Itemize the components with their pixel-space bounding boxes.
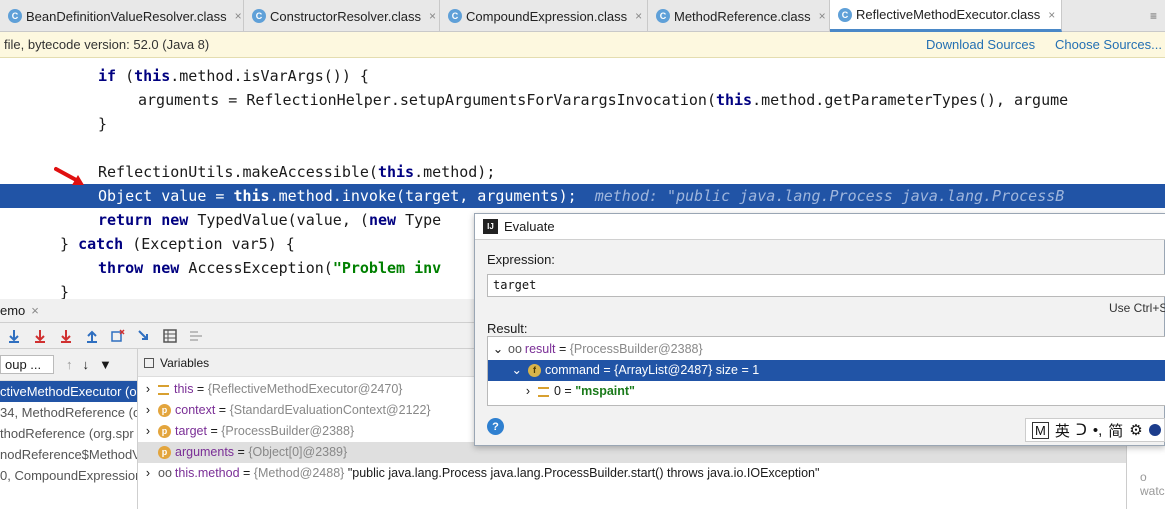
expand-arrow-icon[interactable]: › [138, 463, 158, 484]
tab-constructor-resolver[interactable]: C ConstructorResolver.class × [244, 0, 440, 32]
expand-arrow-icon[interactable]: › [488, 381, 538, 402]
shortcut-hint: Use Ctrl+Sh [1109, 301, 1165, 315]
stack-frame-item[interactable]: 34, MethodReference (o [0, 402, 137, 423]
tab-label: CompoundExpression.class [466, 8, 628, 24]
class-file-icon: C [8, 9, 22, 23]
tab-compound-expression[interactable]: C CompoundExpression.class × [440, 0, 648, 32]
watch-glasses-icon: oo [508, 342, 522, 356]
result-item-row[interactable]: › 0 = "mspaint" [488, 381, 1165, 402]
chevron-down-icon[interactable]: ⌄ [488, 360, 528, 381]
thread-dropdown[interactable]: oup ... [0, 355, 54, 374]
help-icon[interactable]: ? [487, 418, 504, 435]
expand-arrow-icon[interactable]: › [138, 379, 158, 400]
close-icon[interactable]: × [31, 303, 39, 318]
watches-hint: o watc [1140, 470, 1165, 498]
dialog-title: Evaluate [504, 219, 555, 234]
watch-glasses-icon: oo [158, 466, 172, 480]
tab-label: ConstructorResolver.class [270, 8, 421, 24]
field-lines-icon [158, 384, 169, 395]
expand-arrow-icon[interactable]: › [138, 421, 158, 442]
editor-tab-bar: C BeanDefinitionValueResolver.class × C … [0, 0, 1165, 32]
class-file-icon: C [448, 9, 462, 23]
ime-mode-icon[interactable]: M [1032, 421, 1049, 439]
parameter-icon: p [158, 404, 171, 418]
tab-bean-definition-value-resolver[interactable]: C BeanDefinitionValueResolver.class × [0, 0, 244, 32]
bytecode-version-text: file, bytecode version: 52.0 (Java 8) [4, 37, 210, 52]
tab-label: BeanDefinitionValueResolver.class [26, 8, 227, 24]
close-icon[interactable]: × [1048, 8, 1055, 22]
filter-icon[interactable]: ▼ [99, 357, 112, 372]
field-icon: f [528, 364, 541, 378]
code-line: arguments = ReflectionHelper.setupArgume… [138, 91, 1069, 109]
step-over-icon[interactable] [6, 328, 22, 344]
ime-moon-icon[interactable]: ᑐ [1076, 421, 1087, 439]
variables-title: Variables [160, 355, 210, 370]
code-line: ReflectionUtils.makeAccessible(this.meth… [98, 163, 496, 181]
class-file-icon: C [656, 9, 670, 23]
close-icon[interactable]: × [819, 9, 826, 23]
parameter-icon: p [158, 425, 171, 439]
stack-frame-item[interactable]: nodReference$MethodV [0, 444, 137, 465]
red-arrow-icon [54, 167, 84, 185]
evaluate-dialog: IJ Evaluate Expression: target Use Ctrl+… [474, 213, 1165, 446]
up-arrow-icon[interactable]: ↑ [66, 357, 73, 372]
ime-settings-icon[interactable]: ⚙ [1129, 421, 1142, 439]
expression-input[interactable]: target [487, 274, 1165, 297]
code-line: } [98, 115, 108, 133]
ime-punctuation-icon[interactable]: •, [1093, 422, 1102, 439]
tab-list-menu-icon[interactable]: ≡ [1142, 0, 1165, 31]
result-label: Result: [487, 321, 528, 336]
close-icon[interactable]: × [635, 9, 642, 23]
tab-method-reference[interactable]: C MethodReference.class × [648, 0, 830, 32]
result-root-row[interactable]: ⌄ oo result = {ProcessBuilder@2388} [488, 339, 1165, 360]
parameter-icon: p [158, 446, 171, 460]
stack-frame-item[interactable]: thodReference (org.spr [0, 423, 137, 444]
stack-frame-item[interactable]: ctiveMethodExecutor (or [0, 381, 137, 402]
chevron-down-icon[interactable]: ⌄ [488, 339, 508, 360]
expand-arrow-icon[interactable]: › [138, 400, 158, 421]
tab-reflective-method-executor[interactable]: C ReflectiveMethodExecutor.class × [830, 0, 1062, 32]
ime-toolbar: M 英 ᑐ •, 简 ⚙ [1025, 418, 1165, 442]
intellij-logo-icon: IJ [483, 219, 498, 234]
drop-frame-icon[interactable] [110, 328, 126, 344]
variable-row-this-method[interactable]: › oo this.method = {Method@2488} "public j… [138, 463, 1126, 484]
class-file-icon: C [838, 7, 852, 22]
evaluate-expression-icon[interactable] [162, 328, 178, 344]
decompiled-notice-bar: file, bytecode version: 52.0 (Java 8) Do… [0, 32, 1165, 58]
run-to-cursor-icon[interactable] [136, 328, 152, 344]
array-item-icon [538, 386, 549, 397]
code-line: if (this.method.isVarArgs()) { [98, 67, 369, 85]
class-file-icon: C [252, 9, 266, 23]
session-name: emo [0, 303, 26, 318]
step-into-icon[interactable] [32, 328, 48, 344]
ime-logo-icon [1148, 424, 1161, 436]
frames-header: oup ... ↑ ↓ ▼ [0, 349, 137, 381]
trace-stream-icon[interactable] [188, 328, 204, 344]
download-sources-link[interactable]: Download Sources [926, 37, 1035, 52]
variables-icon [144, 357, 154, 368]
dialog-title-bar[interactable]: IJ Evaluate [475, 214, 1165, 240]
ide-window: C BeanDefinitionValueResolver.class × C … [0, 0, 1165, 509]
ime-english-toggle[interactable]: 英 [1055, 420, 1070, 441]
frames-panel: oup ... ↑ ↓ ▼ ctiveMethodExecutor (or 34… [0, 349, 138, 509]
step-out-icon[interactable] [84, 328, 100, 344]
current-execution-line: Object value = this.method.invoke(target… [0, 184, 1165, 208]
tab-label: ReflectiveMethodExecutor.class [856, 7, 1041, 22]
expression-label: Expression: [487, 252, 555, 267]
force-step-into-icon[interactable] [58, 328, 74, 344]
tab-label: MethodReference.class [674, 8, 811, 24]
choose-sources-link[interactable]: Choose Sources... [1055, 37, 1162, 52]
stack-frame-item[interactable]: 0, CompoundExpression [0, 465, 137, 486]
down-arrow-icon[interactable]: ↓ [83, 357, 90, 372]
close-icon[interactable]: × [429, 9, 436, 23]
result-tree: ⌄ oo result = {ProcessBuilder@2388} ⌄ f comm… [487, 336, 1165, 406]
inline-debug-hint: method: "public java.lang.Process java.l… [594, 187, 1065, 205]
result-command-row[interactable]: ⌄ f command = {ArrayList@2487} size = 1 [488, 360, 1165, 381]
ime-simplified-toggle[interactable]: 简 [1108, 420, 1123, 441]
close-icon[interactable]: × [235, 9, 242, 23]
